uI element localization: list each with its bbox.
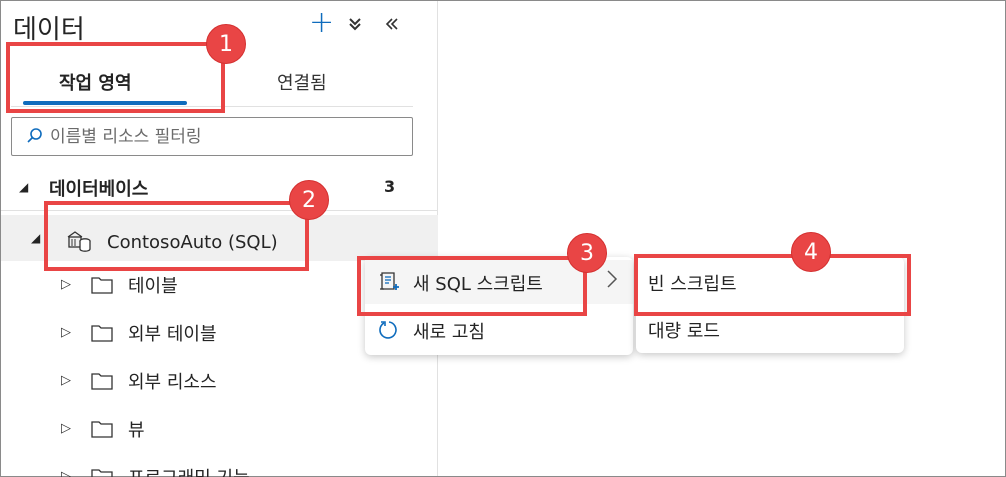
- refresh-icon: [379, 321, 397, 339]
- search-input[interactable]: [50, 124, 400, 150]
- tree-item-label: 프로그래밍 기능: [128, 464, 250, 477]
- callout-box-2: [44, 201, 309, 271]
- callout-box-3: [357, 256, 587, 316]
- tree-item-programmability[interactable]: ▷ 프로그래밍 기능: [1, 457, 438, 477]
- tree-item-external-resources[interactable]: ▷ 외부 리소스: [1, 361, 438, 401]
- menu-item-label: 대량 로드: [648, 321, 720, 342]
- folder-icon: [91, 373, 113, 390]
- tab-linked[interactable]: 연결됨: [277, 69, 327, 95]
- plus-icon[interactable]: +: [309, 8, 334, 38]
- section-count: 3: [384, 177, 396, 196]
- expanded-caret-icon[interactable]: ◢: [31, 231, 40, 245]
- folder-icon: [91, 277, 113, 294]
- tree-item-label: 뷰: [128, 420, 145, 441]
- collapsed-caret-icon[interactable]: ▷: [61, 421, 71, 436]
- folder-icon: [91, 325, 113, 342]
- collapsed-caret-icon[interactable]: ▷: [61, 277, 71, 292]
- tree-item-label: 외부 리소스: [128, 372, 217, 393]
- callout-box-4: [634, 254, 911, 316]
- search-icon: [27, 128, 42, 143]
- collapsed-caret-icon[interactable]: ▷: [61, 325, 71, 340]
- collapsed-caret-icon[interactable]: ▷: [61, 469, 71, 477]
- tree-item-label: 테이블: [128, 276, 178, 297]
- collapsed-caret-icon[interactable]: ▷: [61, 373, 71, 388]
- folder-icon: [91, 469, 113, 477]
- tree-item-views[interactable]: ▷ 뷰: [1, 409, 438, 449]
- callout-badge-1: 1: [206, 24, 246, 64]
- chevron-right-icon: [605, 268, 619, 295]
- double-chevron-left-icon[interactable]: [384, 13, 400, 37]
- menu-item-label: 새로 고침: [413, 322, 485, 343]
- callout-badge-2: 2: [289, 180, 329, 220]
- search-box[interactable]: [11, 117, 413, 156]
- callout-badge-4: 4: [791, 232, 831, 272]
- folder-icon: [91, 421, 113, 438]
- callout-box-1: [6, 42, 225, 113]
- expanded-caret-icon[interactable]: ◢: [19, 180, 28, 194]
- tree-item-label: 외부 테이블: [128, 324, 217, 345]
- section-label: 데이터베이스: [49, 179, 149, 200]
- panel-title: 데이터: [13, 15, 85, 45]
- callout-badge-3: 3: [567, 233, 607, 273]
- double-chevron-down-icon[interactable]: [348, 15, 362, 39]
